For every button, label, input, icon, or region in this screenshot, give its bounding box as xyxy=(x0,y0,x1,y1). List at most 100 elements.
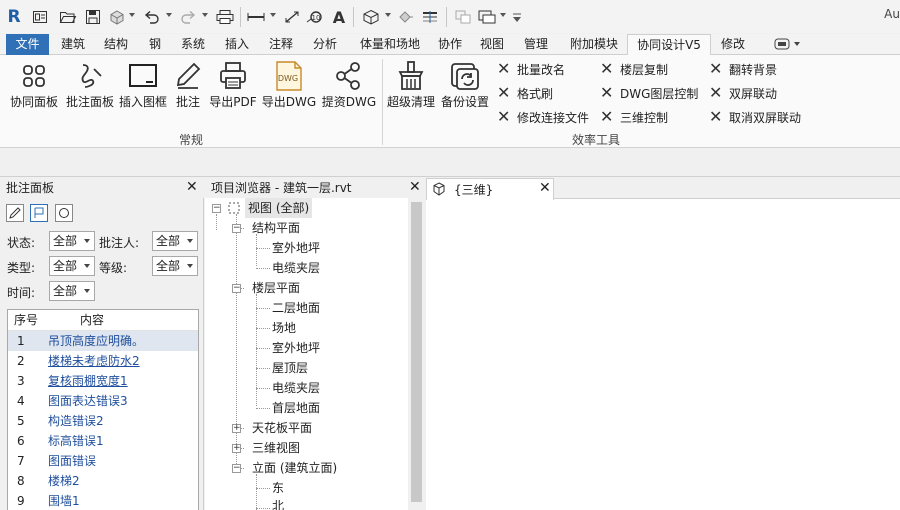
tab-collaborate[interactable]: 协作 xyxy=(432,34,468,55)
tab-analyze[interactable]: 分析 xyxy=(306,34,344,55)
scrollbar-thumb[interactable] xyxy=(411,202,422,502)
export-dwg-button[interactable]: DWG 导出DWG xyxy=(260,58,318,118)
tab-insert[interactable]: 插入 xyxy=(218,34,256,55)
measure-icon[interactable] xyxy=(246,7,266,27)
status-filter-select[interactable]: 全部 xyxy=(49,231,95,251)
tab-annotate[interactable]: 注释 xyxy=(262,34,300,55)
table-row[interactable]: 2 楼梯未考虑防水2 xyxy=(8,351,198,371)
pencil-tool-icon[interactable] xyxy=(6,204,24,222)
flag-tool-icon[interactable] xyxy=(30,204,48,222)
switch-windows-dropdown-icon[interactable] xyxy=(500,13,506,17)
tree-item[interactable]: 电缆夹层 xyxy=(272,258,320,278)
tab-modify[interactable]: 修改 xyxy=(714,34,752,55)
tab-structure[interactable]: 结构 xyxy=(98,34,134,55)
table-row[interactable]: 4 图面表达错误3 xyxy=(8,391,198,411)
open-icon[interactable] xyxy=(59,7,77,27)
tab-view[interactable]: 视图 xyxy=(474,34,510,55)
table-row[interactable]: 1 吊顶高度应明确。 xyxy=(8,331,198,351)
close-icon[interactable]: ✕ xyxy=(186,179,198,195)
tab-architecture[interactable]: 建筑 xyxy=(55,34,91,55)
tree-group-floor-plans[interactable]: 楼层平面 xyxy=(252,278,300,298)
tree-item[interactable]: 首层地面 xyxy=(272,398,320,418)
backup-settings-button[interactable]: 备份设置 xyxy=(438,58,492,118)
redo-icon[interactable] xyxy=(179,7,197,27)
view-tab-3d[interactable]: {三维} ✕ xyxy=(426,178,554,200)
undo-icon[interactable] xyxy=(143,7,161,27)
export-pdf-button[interactable]: 导出PDF xyxy=(206,58,260,118)
cancel-dual-screen-link-button[interactable]: ✕ 取消双屏联动 xyxy=(709,108,801,126)
column-header-number[interactable]: 序号 xyxy=(14,310,38,330)
section-icon[interactable] xyxy=(397,7,415,27)
modify-link-file-button[interactable]: ✕ 修改连接文件 xyxy=(497,108,589,126)
lasso-tool-icon[interactable] xyxy=(55,204,73,222)
close-icon[interactable]: ✕ xyxy=(539,180,551,196)
expand-toggle[interactable]: + xyxy=(232,444,241,453)
tree-item[interactable]: 电缆夹层 xyxy=(272,378,320,398)
tab-file[interactable]: 文件 xyxy=(6,34,49,55)
sync-icon[interactable] xyxy=(108,7,126,27)
undo-dropdown-icon[interactable] xyxy=(166,13,172,17)
revit-logo-icon[interactable]: R xyxy=(6,7,22,27)
close-icon[interactable]: ✕ xyxy=(409,179,421,195)
text-icon[interactable]: A xyxy=(330,7,348,27)
table-row[interactable]: 9 围墙1 xyxy=(8,491,198,510)
time-filter-select[interactable]: 全部 xyxy=(49,281,95,301)
collapse-toggle[interactable]: − xyxy=(212,204,221,213)
dual-screen-link-button[interactable]: ✕ 双屏联动 xyxy=(709,84,777,102)
tab-massing-site[interactable]: 体量和场地 xyxy=(352,34,428,55)
tree-item[interactable]: 二层地面 xyxy=(272,298,320,318)
3d-view-dropdown-icon[interactable] xyxy=(385,13,391,17)
ribbon-display-toggle-icon[interactable] xyxy=(773,37,803,51)
table-row[interactable]: 6 标高错误1 xyxy=(8,431,198,451)
home-icon[interactable] xyxy=(31,7,49,27)
collapse-toggle[interactable]: − xyxy=(232,464,241,473)
3d-view-icon[interactable] xyxy=(361,7,381,27)
insert-frame-button[interactable]: 插入图框 xyxy=(118,58,168,118)
tree-item[interactable]: 室外地坪 xyxy=(272,338,320,358)
annotation-panel-button[interactable]: 批注面板 xyxy=(62,58,118,118)
sync-dropdown-icon[interactable] xyxy=(129,13,135,17)
tree-item[interactable]: 北 xyxy=(272,496,284,510)
print-icon[interactable] xyxy=(215,7,235,27)
tree-item[interactable]: 场地 xyxy=(272,318,296,338)
switch-windows-icon[interactable] xyxy=(477,7,497,27)
tab-steel[interactable]: 钢 xyxy=(142,34,168,55)
measure-dropdown-icon[interactable] xyxy=(270,13,276,17)
tag-icon[interactable]: 10 xyxy=(306,7,324,27)
table-row[interactable]: 5 构造错误2 xyxy=(8,411,198,431)
tree-item[interactable]: 屋顶层 xyxy=(272,358,308,378)
column-header-content[interactable]: 内容 xyxy=(80,310,104,330)
customize-icon[interactable] xyxy=(510,7,524,27)
redo-dropdown-icon[interactable] xyxy=(202,13,208,17)
table-row[interactable]: 3 复核雨棚宽度1 xyxy=(8,371,198,391)
super-clean-button[interactable]: 超级清理 xyxy=(384,58,438,118)
copy-floor-button[interactable]: ✕ 楼层复制 xyxy=(600,60,668,78)
tree-root-views[interactable]: 视图 (全部) xyxy=(245,198,313,218)
batch-rename-button[interactable]: ✕ 批量改名 xyxy=(497,60,565,78)
tab-manage[interactable]: 管理 xyxy=(517,34,555,55)
collapse-toggle[interactable]: − xyxy=(232,284,241,293)
tab-add-ins[interactable]: 附加模块 xyxy=(563,34,625,55)
annotate-button[interactable]: 批注 xyxy=(172,58,204,118)
table-row[interactable]: 7 图面错误 xyxy=(8,451,198,471)
tree-item[interactable]: 室外地坪 xyxy=(272,238,320,258)
level-filter-select[interactable]: 全部 xyxy=(152,256,198,276)
cooperative-panel-button[interactable]: 协同面板 xyxy=(6,58,62,118)
flip-background-button[interactable]: ✕ 翻转背景 xyxy=(709,60,777,78)
tree-group-3d-views[interactable]: 三维视图 xyxy=(252,438,300,458)
dimension-icon[interactable] xyxy=(283,7,301,27)
table-row[interactable]: 8 楼梯2 xyxy=(8,471,198,491)
view-area[interactable]: {三维} ✕ xyxy=(426,178,900,510)
tab-systems[interactable]: 系统 xyxy=(174,34,212,55)
tree-item[interactable]: 东 xyxy=(272,478,284,498)
format-painter-button[interactable]: ✕ 格式刷 xyxy=(497,84,553,102)
submit-dwg-button[interactable]: 提资DWG xyxy=(320,58,378,118)
tree-group-ceiling-plans[interactable]: 天花板平面 xyxy=(252,418,312,438)
tree-group-elevations[interactable]: 立面 (建筑立面) xyxy=(252,458,337,478)
tree-group-structural-plans[interactable]: 结构平面 xyxy=(252,218,300,238)
tab-cooperative-design-v5[interactable]: 协同设计V5 xyxy=(627,34,711,56)
expand-toggle[interactable]: + xyxy=(232,424,241,433)
thin-lines-icon[interactable] xyxy=(421,7,439,27)
save-icon[interactable] xyxy=(84,7,102,27)
type-filter-select[interactable]: 全部 xyxy=(49,256,95,276)
